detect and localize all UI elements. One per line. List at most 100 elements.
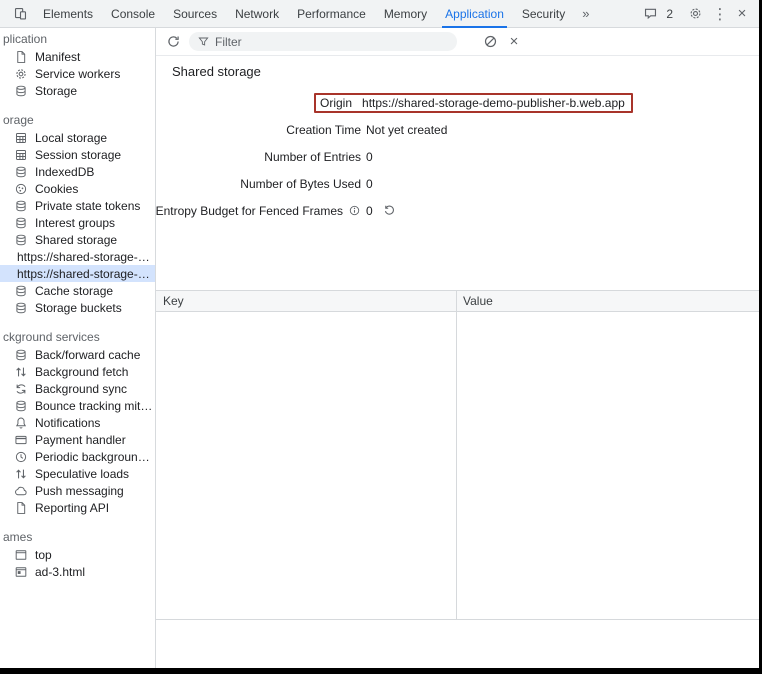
sidebar-item-label: Periodic background s… [35,450,155,464]
sidebar-item-label: Manifest [35,50,155,64]
sidebar-item-label: Cache storage [35,284,155,298]
clear-icon [483,34,498,49]
refresh-icon [166,34,181,49]
sidebar-item-storage[interactable]: Storage [0,82,155,99]
close-icon: × [510,33,519,50]
key-column-header[interactable]: Key [156,291,456,311]
message-count-badge: 2 [666,7,673,21]
sidebar-item-shared-storage-origin-b[interactable]: https://shared-storage-d… [0,265,155,282]
filter-box[interactable] [189,32,457,51]
sidebar-item-back-forward-cache[interactable]: Back/forward cache [0,346,155,363]
sidebar-item-private-state-tokens[interactable]: Private state tokens [0,197,155,214]
sidebar-item-background-sync[interactable]: Background sync [0,380,155,397]
chevrons-icon: » [582,6,589,21]
sidebar-item-label: Reporting API [35,501,155,515]
message-bubble-icon [643,6,658,21]
close-icon: × [738,5,747,22]
sidebar-item-session-storage[interactable]: Session storage [0,146,155,163]
clear-all-button[interactable] [483,34,498,49]
sidebar-item-indexeddb[interactable]: IndexedDB [0,163,155,180]
sidebar-item-shared-storage[interactable]: Shared storage [0,231,155,248]
sidebar-item-label: top [35,548,155,562]
tab-sources[interactable]: Sources [164,0,226,27]
device-toolbar-icon [13,6,28,21]
sidebar-item-label: Private state tokens [35,199,155,213]
console-messages-button[interactable] [638,2,662,26]
shared-storage-content: Shared storage Origin https://shared-sto… [156,56,759,668]
settings-button[interactable] [683,2,707,26]
tab-application[interactable]: Application [436,0,513,27]
ad-frame-icon [14,565,28,579]
cloud-icon [14,484,28,498]
entries-table-header: Key Value [156,291,759,312]
sidebar-item-frame-ad-3[interactable]: ad-3.html [0,563,155,580]
tab-console[interactable]: Console [102,0,164,27]
shared-storage-panel: × Shared storage Origin https://shared-s… [156,28,759,668]
sidebar-section-header-storage: orage [0,112,155,129]
field-row-origin: Origin https://shared-storage-demo-publi… [156,89,759,116]
sidebar-item-storage-buckets[interactable]: Storage buckets [0,299,155,316]
sidebar-item-label: Storage [35,84,155,98]
sidebar-item-shared-storage-origin-a[interactable]: https://shared-storage-d… [0,248,155,265]
sidebar-item-service-workers[interactable]: Service workers [0,65,155,82]
sidebar-item-label: Payment handler [35,433,155,447]
more-options-button[interactable]: ⋮ [711,2,729,26]
sidebar-item-background-fetch[interactable]: Background fetch [0,363,155,380]
up-down-arrows-icon [14,365,28,379]
sidebar-item-local-storage[interactable]: Local storage [0,129,155,146]
sidebar-item-notifications[interactable]: Notifications [0,414,155,431]
tab-label: Elements [43,7,93,21]
sidebar-item-speculative-loads[interactable]: Speculative loads [0,465,155,482]
sidebar-section-header-application: plication [0,31,155,48]
sidebar-item-label: Interest groups [35,216,155,230]
sidebar-item-periodic-background-sync[interactable]: Periodic background s… [0,448,155,465]
sidebar-item-label: IndexedDB [35,165,155,179]
tab-performance[interactable]: Performance [288,0,375,27]
toggle-device-toolbar-button[interactable] [8,2,32,26]
database-icon [14,199,28,213]
tab-security[interactable]: Security [513,0,574,27]
more-tabs-button[interactable]: » [574,0,597,27]
field-label: Creation Time [286,123,361,137]
sidebar-item-label: Push messaging [35,484,155,498]
database-icon [14,301,28,315]
sidebar-item-cache-storage[interactable]: Cache storage [0,282,155,299]
bell-icon [14,416,28,430]
tab-network[interactable]: Network [226,0,288,27]
tab-label: Performance [297,7,366,21]
sidebar-item-label: Session storage [35,148,155,162]
tab-memory[interactable]: Memory [375,0,436,27]
info-icon[interactable] [348,204,361,217]
sidebar-item-label: Background sync [35,382,155,396]
filter-input[interactable] [215,35,449,49]
entries-table-body[interactable] [156,313,759,619]
sidebar-item-label: Local storage [35,131,155,145]
document-icon [14,50,28,64]
cookie-icon [14,182,28,196]
sidebar-item-frame-top[interactable]: top [0,546,155,563]
tab-label: Sources [173,7,217,21]
reset-budget-icon[interactable] [383,204,396,217]
close-devtools-button[interactable]: × [733,2,751,26]
credit-card-icon [14,433,28,447]
tab-elements[interactable]: Elements [34,0,102,27]
sidebar-item-label: Service workers [35,67,155,81]
field-label: Number of Entries [264,150,361,164]
database-icon [14,284,28,298]
sidebar-item-bounce-tracking-mitigations[interactable]: Bounce tracking mitiga… [0,397,155,414]
sidebar-item-label: Back/forward cache [35,348,155,362]
sidebar-item-push-messaging[interactable]: Push messaging [0,482,155,499]
tab-label: Memory [384,7,427,21]
sidebar-item-reporting-api[interactable]: Reporting API [0,499,155,516]
sidebar-item-interest-groups[interactable]: Interest groups [0,214,155,231]
sidebar-item-payment-handler[interactable]: Payment handler [0,431,155,448]
sidebar-item-manifest[interactable]: Manifest [0,48,155,65]
sidebar-item-cookies[interactable]: Cookies [0,180,155,197]
value-column-header[interactable]: Value [456,291,759,311]
close-view-button[interactable]: × [504,33,524,50]
field-value: Not yet created [366,123,447,137]
up-down-arrows-icon [14,467,28,481]
sidebar-item-label: Shared storage [35,233,155,247]
refresh-button[interactable] [166,34,181,49]
sidebar-item-label: ad-3.html [35,565,155,579]
